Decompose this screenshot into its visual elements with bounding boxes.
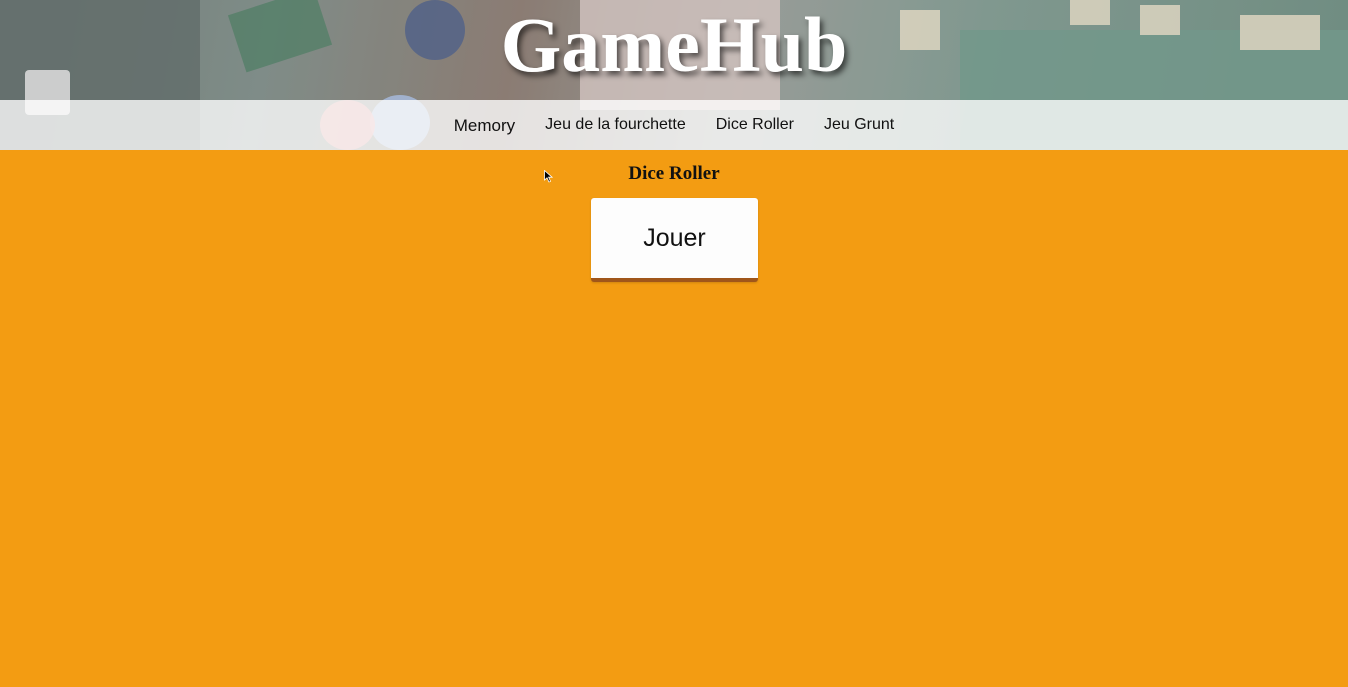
main-nav: Memory Jeu de la fourchette Dice Roller … <box>0 100 1348 150</box>
nav-item-fourchette[interactable]: Jeu de la fourchette <box>545 115 686 135</box>
play-button[interactable]: Jouer <box>591 198 758 282</box>
nav-item-dice-roller[interactable]: Dice Roller <box>716 115 794 135</box>
mouse-cursor-icon <box>544 170 553 183</box>
nav-item-memory[interactable]: Memory <box>454 116 515 136</box>
site-title: GameHub <box>500 1 848 88</box>
nav-item-jeu-grunt[interactable]: Jeu Grunt <box>824 115 894 135</box>
section-title: Dice Roller <box>628 163 720 184</box>
site-header: GameHub Memory Jeu de la fourchette Dice… <box>0 0 1348 150</box>
